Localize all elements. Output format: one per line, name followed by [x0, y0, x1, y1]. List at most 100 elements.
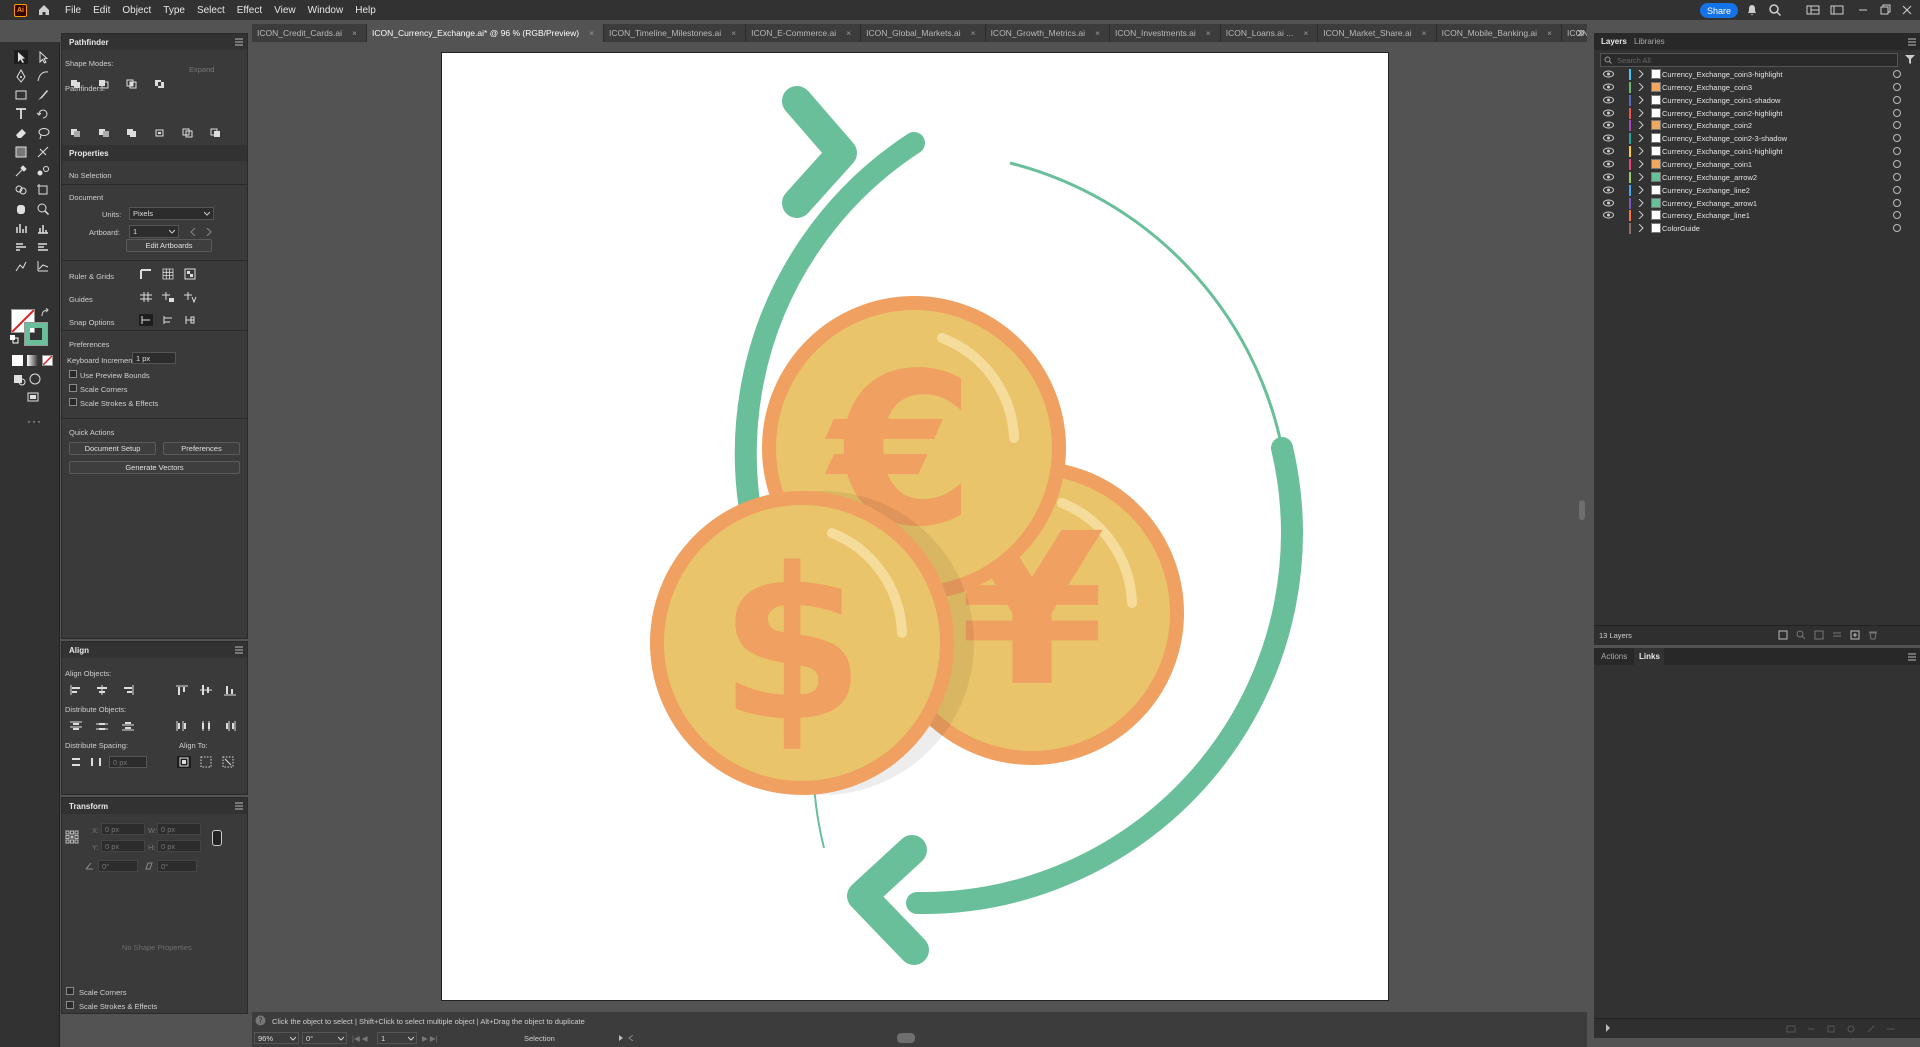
- merge-icon[interactable]: [125, 127, 139, 139]
- eraser-tool-icon[interactable]: [14, 126, 28, 140]
- close-tab-icon[interactable]: ×: [352, 28, 357, 38]
- delete-layer-icon[interactable]: [1868, 630, 1878, 640]
- align-to-selection-icon[interactable]: [177, 756, 191, 768]
- new-layer-icon[interactable]: [1850, 630, 1860, 640]
- gradient-mode-icon[interactable]: [27, 355, 38, 366]
- new-sublayer-icon[interactable]: [1832, 630, 1842, 640]
- close-tab-icon[interactable]: ×: [1206, 28, 1211, 38]
- menu-effect[interactable]: Effect: [237, 5, 262, 16]
- menu-select[interactable]: Select: [197, 5, 225, 16]
- arrange-documents-icon[interactable]: [1806, 3, 1820, 17]
- document-setup-button[interactable]: Document Setup: [69, 442, 156, 455]
- layer-row[interactable]: Currency_Exchange_coin2: [1594, 119, 1920, 132]
- type-tool-icon[interactable]: [14, 107, 28, 121]
- eye-icon[interactable]: [1603, 134, 1614, 142]
- layers-tab[interactable]: Layers: [1601, 37, 1627, 46]
- eye-icon[interactable]: [1603, 211, 1614, 219]
- links-tab[interactable]: Links: [1639, 652, 1660, 661]
- tab-9[interactable]: ICON_Mobile_Banking.ai ×: [1437, 24, 1563, 42]
- horizontal-distribute-space-icon[interactable]: [89, 756, 103, 768]
- smart-guides-icon[interactable]: [183, 291, 197, 304]
- distribute-right-icon[interactable]: [223, 720, 237, 732]
- layers-search-input[interactable]: Search All: [1600, 53, 1898, 67]
- status-menu-icon[interactable]: [618, 1035, 624, 1041]
- home-icon[interactable]: [37, 3, 51, 17]
- direct-selection-tool-icon[interactable]: [36, 50, 50, 64]
- minus-back-icon[interactable]: [209, 127, 223, 139]
- eye-icon[interactable]: [1603, 70, 1614, 78]
- close-tab-icon[interactable]: ×: [1303, 28, 1308, 38]
- target-icon[interactable]: [1893, 198, 1901, 207]
- trim-icon[interactable]: [97, 127, 111, 139]
- tab-0[interactable]: ICON_Credit_Cards.ai ×: [252, 24, 367, 42]
- shear-input[interactable]: 0°: [157, 860, 197, 872]
- menu-view[interactable]: View: [274, 5, 296, 16]
- arrow2-head[interactable]: [847, 835, 929, 965]
- outline-icon[interactable]: [181, 127, 195, 139]
- eye-icon[interactable]: [1603, 199, 1614, 207]
- properties-tab[interactable]: Properties: [69, 149, 109, 158]
- align-right-icon[interactable]: [121, 684, 135, 696]
- update-link-icon[interactable]: [1846, 1024, 1856, 1034]
- more-tabs-icon[interactable]: [1576, 28, 1586, 38]
- distribute-top-icon[interactable]: [69, 720, 83, 732]
- lock-guides-icon[interactable]: [161, 291, 175, 303]
- target-icon[interactable]: [1893, 159, 1901, 168]
- filter-icon[interactable]: [1905, 54, 1915, 64]
- tab-8[interactable]: ICON_Market_Share.ai ×: [1318, 24, 1437, 42]
- expand-caret-icon[interactable]: [1638, 147, 1644, 156]
- rotate-view-select[interactable]: 0°: [302, 1032, 347, 1044]
- tab-6[interactable]: ICON_Investments.ai ×: [1110, 24, 1221, 42]
- close-tab-icon[interactable]: ×: [1095, 28, 1100, 38]
- artboard[interactable]: ¥ € $: [441, 52, 1389, 1001]
- close-tab-icon[interactable]: ×: [731, 28, 736, 38]
- intersect-icon[interactable]: [125, 78, 139, 90]
- scale-corners-checkbox[interactable]: [69, 384, 77, 392]
- layer-row[interactable]: Currency_Exchange_line1: [1594, 209, 1920, 222]
- expand-caret-icon[interactable]: [1638, 159, 1644, 168]
- layer-row[interactable]: Currency_Exchange_arrow2: [1594, 171, 1920, 184]
- expand-caret-icon[interactable]: [1638, 95, 1644, 104]
- show-guides-icon[interactable]: [139, 291, 153, 303]
- paintbrush-tool-icon[interactable]: [36, 88, 50, 102]
- arrow1-head[interactable]: [782, 86, 857, 218]
- crop-icon[interactable]: [153, 127, 167, 139]
- go-to-link-icon[interactable]: [1826, 1024, 1836, 1034]
- y-input[interactable]: 0 px: [101, 840, 145, 852]
- default-colors-icon[interactable]: [9, 334, 19, 344]
- shape-builder-tool-icon[interactable]: [14, 183, 28, 197]
- align-left-icon[interactable]: [69, 684, 83, 696]
- show-link-info-icon[interactable]: [1604, 1024, 1612, 1032]
- layer-row[interactable]: Currency_Exchange_coin3: [1594, 81, 1920, 94]
- tab-5[interactable]: ICON_Growth_Metrics.ai ×: [986, 24, 1110, 42]
- layer-row[interactable]: Currency_Exchange_coin1-shadow: [1594, 94, 1920, 107]
- bell-icon[interactable]: [1745, 3, 1759, 17]
- align-top-icon[interactable]: [175, 684, 189, 696]
- keyboard-increment-input[interactable]: 1 px: [132, 352, 176, 364]
- menu-file[interactable]: File: [65, 5, 81, 16]
- layer-row[interactable]: Currency_Exchange_line2: [1594, 184, 1920, 197]
- curvature-tool-icon[interactable]: [36, 69, 50, 83]
- lasso-tool-icon[interactable]: [36, 126, 50, 140]
- ruler-icon[interactable]: [139, 268, 153, 280]
- align-bottom-icon[interactable]: [223, 684, 237, 696]
- color-mode-icon[interactable]: [12, 355, 23, 366]
- preferences-button[interactable]: Preferences: [163, 442, 240, 455]
- align-vertical-center-icon[interactable]: [199, 684, 213, 696]
- help-icon[interactable]: ?: [255, 1015, 266, 1026]
- layer-row[interactable]: ColorGuide: [1594, 222, 1920, 235]
- relink-from-libraries-icon[interactable]: [1786, 1024, 1796, 1034]
- snap-to-grid-icon[interactable]: [161, 314, 175, 326]
- distribute-left-icon[interactable]: [175, 720, 189, 732]
- menu-window[interactable]: Window: [308, 5, 344, 16]
- tab-4[interactable]: ICON_Global_Markets.ai ×: [861, 24, 986, 42]
- transform-scale-corners-checkbox[interactable]: [66, 987, 74, 995]
- stacked-bar-tool-icon[interactable]: [36, 240, 50, 254]
- menu-type[interactable]: Type: [163, 5, 185, 16]
- panel-menu-icon[interactable]: [235, 802, 243, 810]
- last-artboard-button[interactable]: ▶ ▶|: [422, 1034, 438, 1043]
- w-input[interactable]: 0 px: [157, 823, 201, 835]
- align-tab[interactable]: Align: [69, 646, 89, 655]
- target-icon[interactable]: [1893, 121, 1901, 130]
- expand-caret-icon[interactable]: [1638, 185, 1644, 194]
